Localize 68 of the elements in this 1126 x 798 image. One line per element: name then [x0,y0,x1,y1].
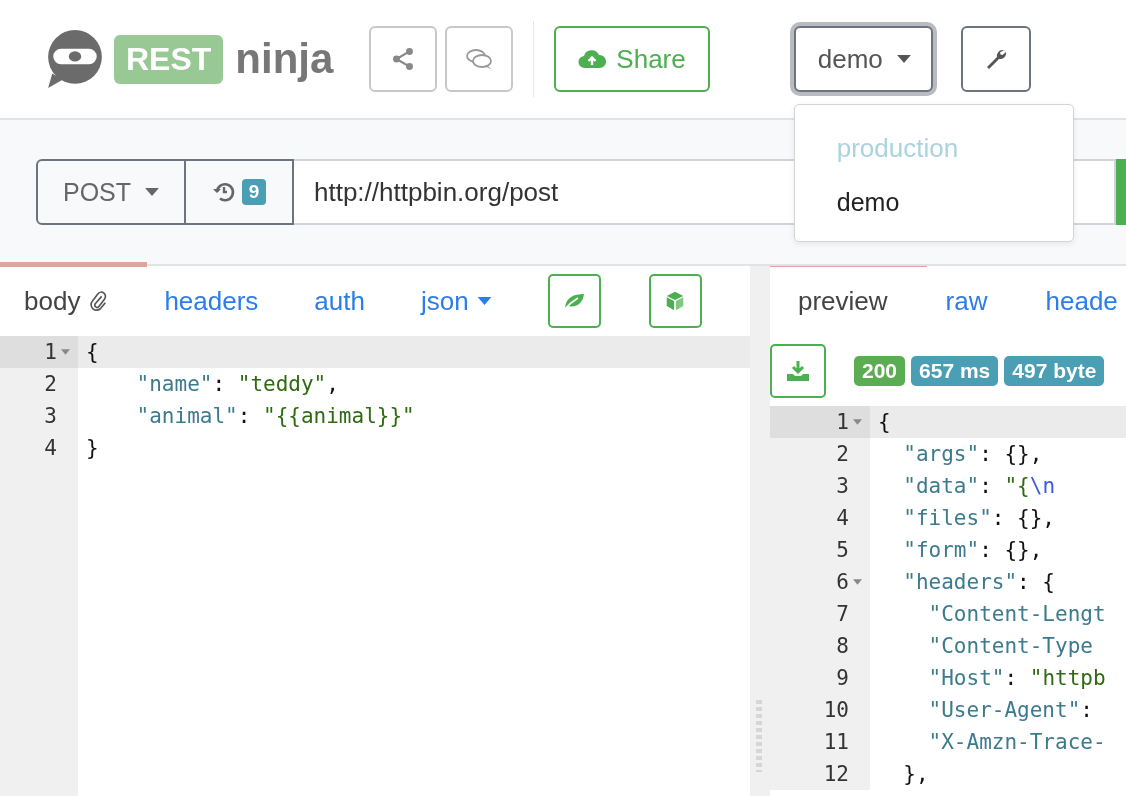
fold-icon[interactable] [61,349,70,355]
download-button[interactable] [770,344,826,398]
logo-text: ninja [235,35,334,83]
code-line: "data": "{\n [902,474,1056,498]
code-line: "animal": "{{animal}}" [135,404,415,428]
code-line: } [85,436,99,460]
response-tab[interactable]: preview [798,285,888,317]
beautify-button[interactable] [547,274,601,328]
line-number: 3 [44,404,57,428]
response-tab[interactable]: heade [1045,285,1118,317]
line-number: 10 [823,698,849,722]
menu-item[interactable]: demo [794,178,1073,223]
line-number: 6 [836,570,849,594]
request-tab[interactable]: json [420,285,492,317]
line-number: 5 [836,538,849,562]
request-body-editor[interactable]: 1 { 2 "name": "teddy", 3 "animal": "{{animal}}" 4 } [0,336,750,796]
line-number: 11 [823,730,849,754]
fold-icon[interactable] [853,419,862,425]
code-line: { [877,410,891,434]
line-number: 8 [836,634,849,658]
line-number: 3 [836,474,849,498]
code-line: "Host": "httpb [927,666,1106,690]
settings-button[interactable] [960,26,1031,92]
line-number: 12 [823,762,849,786]
comments-button[interactable] [445,26,514,92]
logo-badge: REST [114,34,224,84]
line-number: 4 [44,436,57,460]
response-badge: 200 [854,356,906,386]
caret-icon [476,297,492,305]
comments-icon [465,47,494,71]
paperclip-icon [88,290,109,312]
code-line: { [85,340,99,364]
code-line: "name": "teddy", [135,372,339,396]
resize-handle[interactable] [756,700,762,772]
code-line: "User-Agent": [927,698,1093,722]
request-tab[interactable]: body [24,285,109,317]
history-icon [211,180,236,204]
code-line: }, [902,762,929,786]
line-number: 2 [836,442,849,466]
caret-icon [145,188,160,196]
line-number: 1 [836,410,849,434]
response-tab[interactable]: raw [945,285,988,317]
code-line: "headers": { [902,570,1055,594]
code-line: "Content-Type [927,634,1093,658]
share-link-button[interactable] [369,26,438,92]
code-line: "Content-Lengt [927,602,1106,626]
request-tab[interactable]: headers [164,285,259,317]
request-tab[interactable]: auth [314,285,365,317]
code-line: "files": {}, [902,506,1055,530]
code-line: "X-Amzn-Trace- [927,730,1106,754]
line-number: 1 [44,340,57,364]
download-icon [786,360,810,382]
method-dropdown[interactable]: POST [36,159,186,225]
history-count-badge: 9 [241,179,267,205]
caret-icon [896,55,911,63]
code-line: "args": {}, [902,442,1043,466]
share-button[interactable]: Share [554,26,710,92]
code-line: "form": {}, [902,538,1043,562]
line-number: 2 [44,372,57,396]
history-button[interactable]: 9 [186,159,294,225]
cloud-upload-icon [578,49,607,69]
line-number: 9 [836,666,849,690]
response-badge: 657 ms [911,356,999,386]
response-badge: 497 byte [1004,356,1105,386]
line-number: 7 [836,602,849,626]
line-number: 4 [836,506,849,530]
fold-icon[interactable] [853,579,862,585]
package-button[interactable] [648,274,702,328]
